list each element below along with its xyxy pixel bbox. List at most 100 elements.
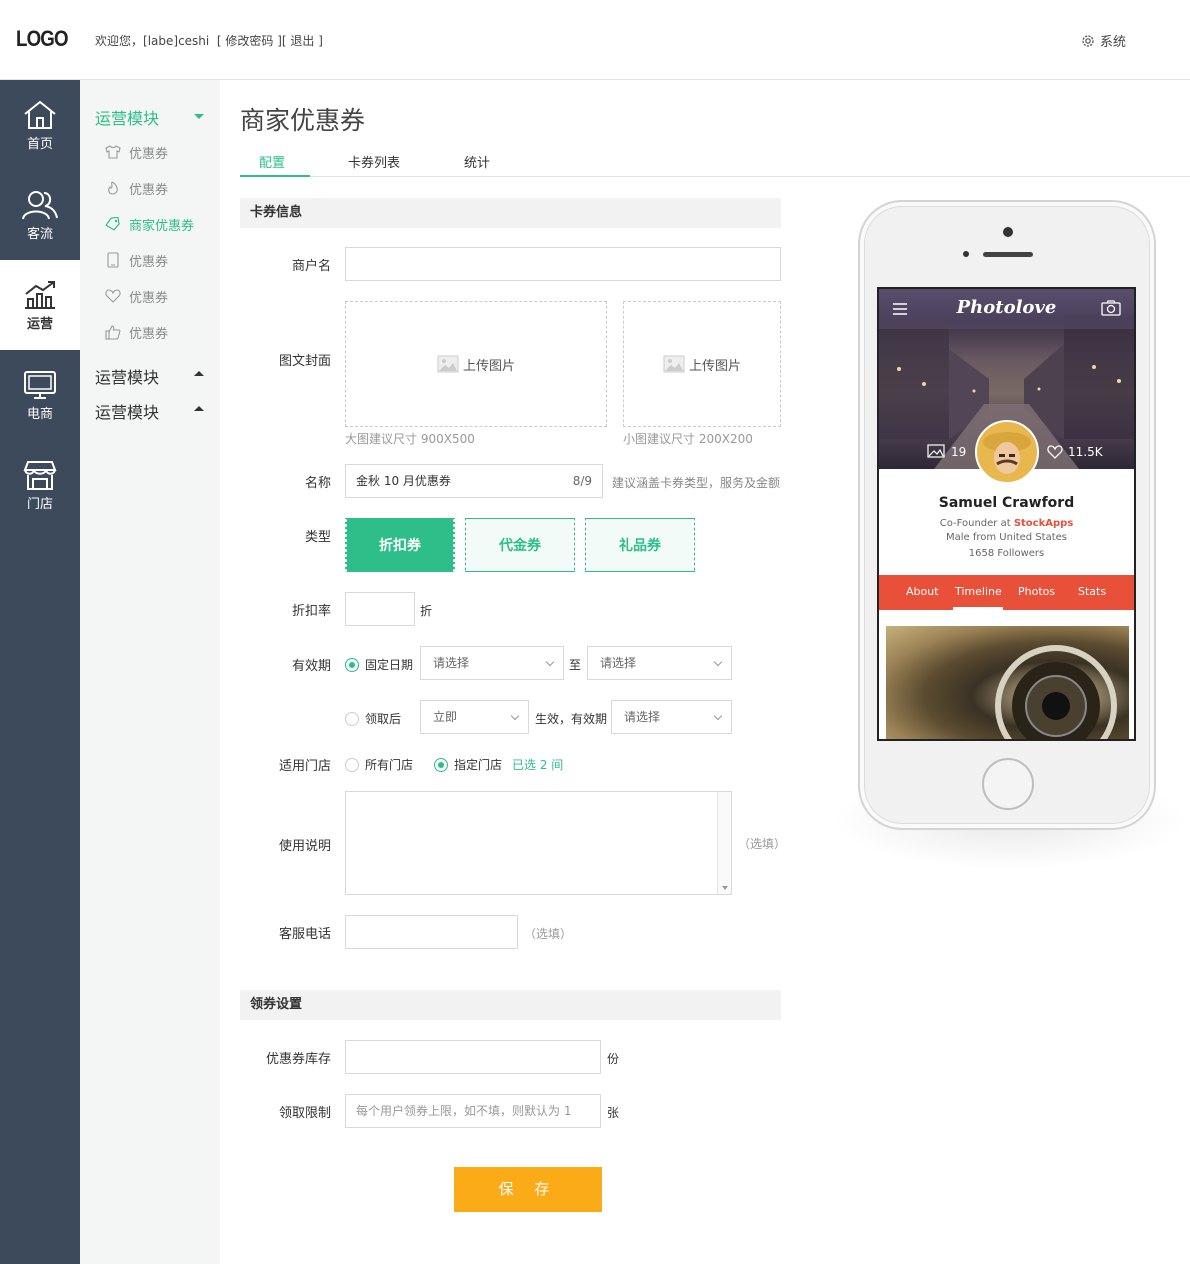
nav-traffic[interactable]: 客流: [0, 170, 80, 260]
phone-icon: [107, 252, 119, 268]
large-image-hint: 大图建议尺寸 900X500: [345, 432, 475, 446]
after-receive-label: 领取后: [365, 712, 402, 726]
sub-item-merchant-coupon[interactable]: 商家优惠券: [80, 206, 220, 242]
select-value: 请选择: [624, 710, 661, 724]
tab-statistics[interactable]: 统计: [464, 152, 490, 171]
upload-small-image[interactable]: 上传图片: [623, 301, 781, 427]
system-settings-button[interactable]: 系统: [1080, 31, 1126, 50]
type-gift-button[interactable]: 礼品券: [585, 518, 695, 572]
store-label: 适用门店: [278, 759, 331, 774]
ticket-notch: [585, 519, 588, 571]
ticket-notch: [453, 518, 456, 572]
chevron-down-icon: [510, 711, 520, 721]
phone-optional-hint: （选填）: [524, 927, 573, 941]
timeline-photo: [886, 626, 1129, 739]
phone-camera: [1003, 227, 1013, 237]
sub-item-label: 优惠券: [129, 290, 169, 306]
nav-ecommerce-label: 电商: [26, 406, 53, 422]
textarea-scrollbar[interactable]: [717, 792, 731, 894]
stock-input[interactable]: [345, 1040, 601, 1074]
chevron-down-icon: [545, 657, 555, 667]
upload-large-image[interactable]: 上传图片: [345, 301, 607, 427]
logo: LOGO: [16, 26, 69, 51]
caret-up-icon: [194, 371, 204, 376]
sub-nav: 运营模块 优惠券 优惠券 商家优惠券 优惠券 优惠券 优惠券 运营模块 运营模块: [80, 80, 220, 1264]
nav-home[interactable]: 首页: [0, 80, 80, 170]
fire-icon: [108, 181, 118, 195]
limit-input[interactable]: 每个用户领券上限，如不填，则默认为 1: [345, 1094, 601, 1128]
camera-icon[interactable]: [1101, 300, 1121, 316]
tab-config[interactable]: 配置: [259, 152, 285, 171]
chevron-down-icon: [713, 711, 723, 721]
chart-icon: [25, 280, 55, 309]
phone-label: 客服电话: [278, 927, 331, 942]
end-date-select[interactable]: 请选择: [587, 646, 732, 680]
sub-item-coupon-5[interactable]: 优惠券: [80, 314, 220, 350]
active-tab-indicator: [240, 175, 310, 177]
name-hint: 建议涵盖卡券类型，服务及金额: [612, 476, 781, 490]
stock-label: 优惠券库存: [265, 1052, 331, 1067]
section-card-info: 卡券信息: [240, 198, 781, 228]
profile-tab-stats[interactable]: Stats: [1078, 585, 1106, 598]
profile-tab-timeline[interactable]: Timeline: [955, 585, 1002, 598]
radio-checked: [434, 757, 448, 772]
sub-item-label: 优惠券: [129, 146, 169, 162]
nav-ecommerce[interactable]: 电商: [0, 350, 80, 440]
nav-store[interactable]: 门店: [0, 440, 80, 530]
save-button[interactable]: 保 存: [454, 1167, 602, 1212]
usage-label: 使用说明: [278, 839, 331, 854]
validity-days-select[interactable]: 请选择: [611, 700, 732, 734]
sub-item-coupon-3[interactable]: 优惠券: [80, 242, 220, 278]
sub-item-coupon-1[interactable]: 优惠券: [80, 134, 220, 170]
after-receive-radio[interactable]: 领取后: [345, 710, 401, 727]
all-stores-radio[interactable]: 所有门店: [345, 756, 413, 773]
sub-item-coupon-4[interactable]: 优惠券: [80, 278, 220, 314]
photo-count-icon: [927, 444, 945, 458]
store-icon: [23, 460, 57, 490]
discount-input[interactable]: [345, 592, 415, 626]
module-group-1[interactable]: 运营模块: [80, 99, 220, 134]
radio-checked: [345, 657, 359, 672]
nav-store-label: 门店: [26, 496, 53, 512]
merchant-input[interactable]: [345, 247, 781, 281]
page-title: 商家优惠券: [240, 106, 366, 135]
module-group-2[interactable]: 运营模块: [80, 358, 220, 393]
module-group-3[interactable]: 运营模块: [80, 393, 220, 428]
type-discount-button[interactable]: 折扣券: [344, 518, 456, 572]
start-date-select[interactable]: 请选择: [420, 646, 564, 680]
avatar: [975, 420, 1039, 484]
tab-bar: 配置 卡券列表 统计: [240, 146, 1190, 177]
profile-role: Co-Founder at StockApps: [879, 518, 1134, 529]
sub-item-coupon-2[interactable]: 优惠券: [80, 170, 220, 206]
tab-card-list[interactable]: 卡券列表: [348, 152, 400, 171]
name-input[interactable]: 金秋 10 月优惠券 8/9: [345, 464, 603, 498]
phone-input[interactable]: [345, 915, 518, 949]
name-char-count: 8/9: [572, 474, 592, 488]
upload-label: 上传图片: [688, 358, 741, 374]
phone-speaker: [983, 252, 1033, 257]
effective-text: 生效，有效期: [535, 712, 608, 726]
role-prefix: Co-Founder at: [939, 518, 1014, 529]
users-icon: [22, 190, 58, 219]
image-icon: [663, 355, 685, 373]
caret-up-icon: [194, 406, 204, 411]
app-brand: Photolove: [956, 297, 1057, 318]
type-voucher-button[interactable]: 代金券: [465, 518, 575, 572]
heart-icon: [105, 289, 121, 303]
profile-tab-photos[interactable]: Photos: [1018, 585, 1055, 598]
profile-tab-about[interactable]: About: [906, 585, 939, 598]
logout-link[interactable]: [ 退出 ]: [282, 34, 323, 48]
radio-unchecked: [345, 757, 359, 772]
nav-operations[interactable]: 运营: [0, 260, 80, 350]
username: [labe]ceshi: [143, 34, 210, 48]
gear-icon: [1082, 34, 1094, 47]
fixed-date-radio[interactable]: 固定日期: [345, 656, 413, 673]
specified-stores-radio[interactable]: 指定门店: [434, 756, 502, 773]
effective-delay-select[interactable]: 立即: [420, 700, 529, 734]
top-bar: LOGO 欢迎您，[labe]ceshi [ 修改密码 ][ 退出 ] 系统: [0, 0, 1190, 80]
usage-textarea[interactable]: [345, 791, 732, 895]
selected-stores-link[interactable]: 已选 2 间: [512, 756, 563, 773]
chevron-down-icon: [713, 657, 723, 667]
change-password-link[interactable]: [ 修改密码 ]: [217, 34, 282, 48]
type-label: 类型: [304, 530, 331, 545]
